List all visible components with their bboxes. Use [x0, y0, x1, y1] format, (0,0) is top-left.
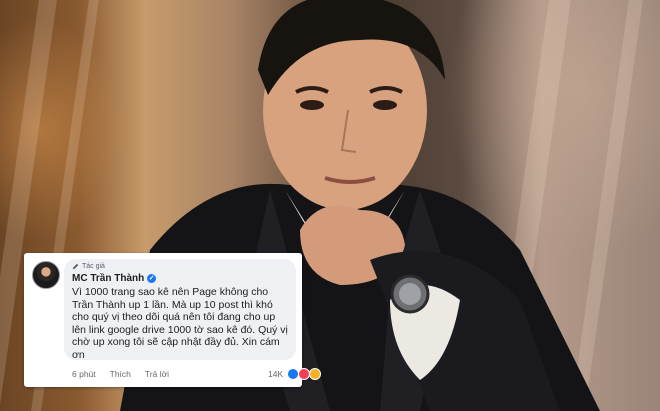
author-name[interactable]: MC Trần Thành ✓	[72, 273, 157, 284]
reply-button[interactable]: Trả lời	[145, 369, 169, 379]
comment-text: Vì 1000 trang sao kê nên Page không cho …	[72, 286, 288, 361]
comment-actions: 6 phút Thích Trả lời	[72, 369, 169, 379]
comment-card: Tác giả MC Trần Thành ✓ Vì 1000 trang sa…	[24, 253, 322, 387]
like-button[interactable]: Thích	[110, 369, 131, 379]
author-avatar[interactable]	[32, 261, 60, 289]
haha-icon	[309, 368, 322, 380]
author-badge: Tác giả	[72, 263, 105, 270]
verified-icon: ✓	[147, 274, 157, 283]
reaction-count[interactable]: 14K	[268, 369, 283, 379]
author-tag-label: Tác giả	[82, 263, 105, 270]
edit-pencil-icon	[72, 263, 79, 270]
comment-bubble: Tác giả MC Trần Thành ✓ Vì 1000 trang sa…	[64, 259, 296, 361]
author-name-label[interactable]: MC Trần Thành	[72, 273, 144, 284]
reaction-summary[interactable]: 14K	[268, 368, 322, 380]
comment-time[interactable]: 6 phút	[72, 369, 96, 379]
